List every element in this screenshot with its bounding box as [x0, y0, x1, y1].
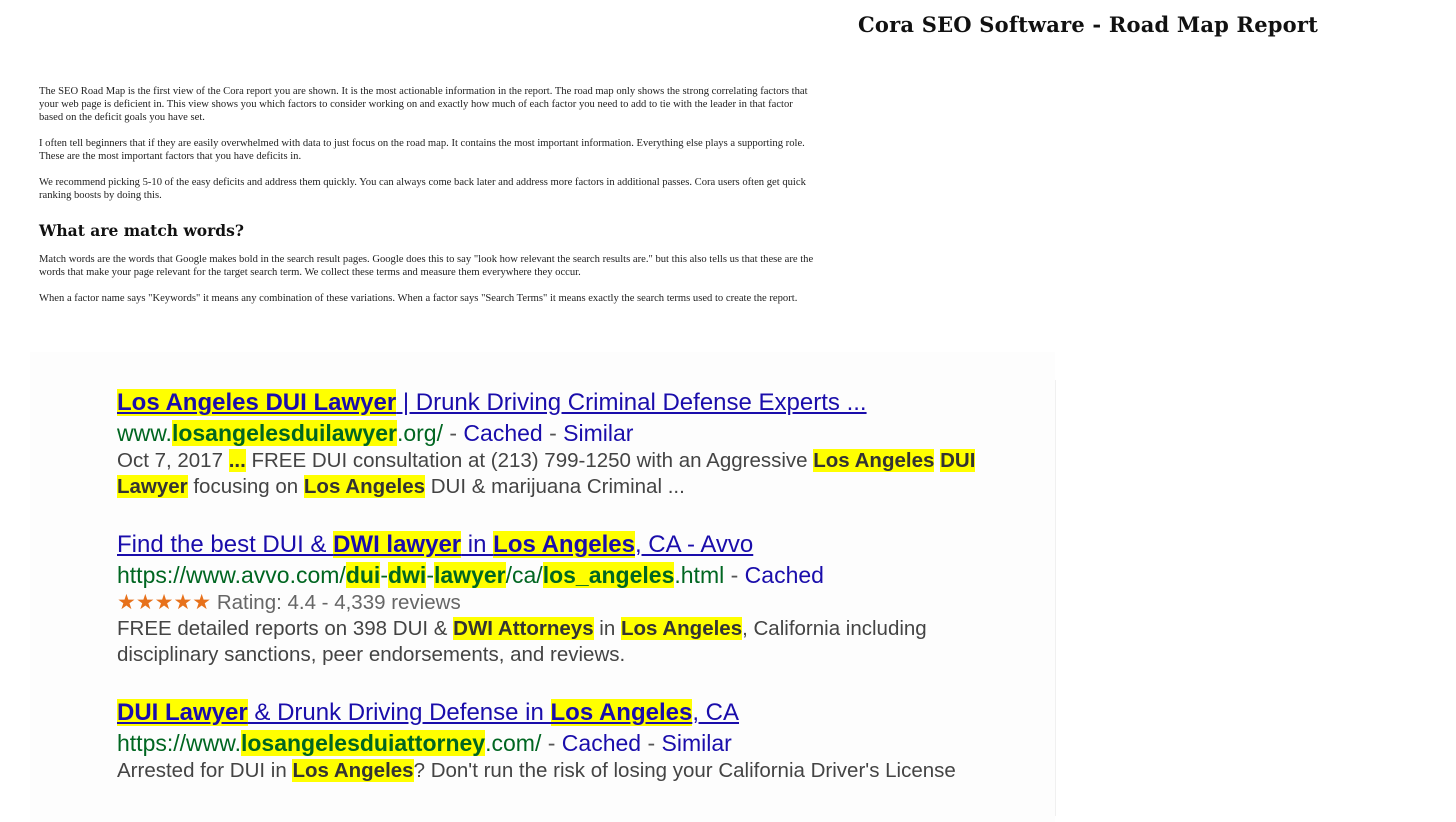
match-highlight: dwi [387, 562, 427, 588]
match-highlight: losangelesduilawyer [171, 420, 397, 446]
snippet-text: Arrested for DUI in [117, 759, 293, 782]
result-snippet: FREE detailed reports on 398 DUI & DWI A… [117, 616, 1017, 668]
match-highlight: Los Angeles [813, 449, 935, 472]
title-text: , CA - Avvo [634, 531, 754, 558]
url-text: www. [117, 420, 172, 446]
intro-section: The SEO Road Map is the first view of th… [39, 85, 814, 318]
match-highlight: Los Angeles [292, 759, 414, 782]
snippet-text: FREE DUI consultation at (213) 799-1250 … [245, 449, 814, 472]
search-result: DUI Lawyer & Drunk Driving Defense in Lo… [117, 698, 1017, 784]
match-highlight: Los Angeles [493, 531, 635, 558]
url-text: https://www. [117, 730, 241, 756]
cached-link[interactable]: Cached [745, 562, 824, 588]
search-result: Los Angeles DUI Lawyer | Drunk Driving C… [117, 388, 1017, 500]
match-highlight: DUI Lawyer [117, 699, 248, 726]
result-snippet: Oct 7, 2017 ... FREE DUI consultation at… [117, 448, 1017, 500]
result-url: https://www.losangelesduiattorney.com/ -… [117, 728, 1017, 758]
separator: - [442, 420, 464, 446]
title-text: in [461, 531, 494, 558]
star-rating-icon: ★★★★★ [117, 591, 212, 614]
snippet-text: DUI & marijuana Criminal ... [425, 475, 685, 498]
similar-link[interactable]: Similar [662, 730, 732, 756]
report-title: Cora SEO Software - Road Map Report [858, 12, 1319, 37]
match-highlight: Los Angeles [303, 475, 426, 498]
url-text: .com/ [485, 730, 542, 756]
result-url: www.losangelesduilawyer.org/ - Cached - … [117, 418, 1017, 448]
similar-link[interactable]: Similar [563, 420, 633, 446]
match-highlight: lawyer [434, 562, 506, 588]
match-words-paragraph: Match words are the words that Google ma… [39, 254, 814, 278]
separator: - [641, 730, 662, 756]
serp-edge [1055, 380, 1056, 816]
snippet-text: in [593, 617, 621, 640]
separator: - [724, 562, 745, 588]
match-highlight: Los Angeles [620, 617, 743, 640]
match-highlight: ... [228, 449, 246, 472]
url-text: .html [674, 562, 725, 588]
url-text: https://www.avvo.com/ [117, 562, 346, 588]
result-url: https://www.avvo.com/dui-dwi-lawyer/ca/l… [117, 560, 1017, 590]
match-highlight: los_angeles [542, 562, 675, 588]
url-text: - [380, 562, 388, 588]
rating-text: Rating: 4.4 - 4,339 reviews [216, 591, 461, 614]
url-text: /ca/ [505, 562, 543, 588]
result-title-link[interactable]: DUI Lawyer & Drunk Driving Defense in Lo… [117, 698, 1017, 728]
match-highlight: dui [345, 562, 381, 588]
match-highlight: DWI Attorneys [453, 617, 594, 640]
cached-link[interactable]: Cached [463, 420, 542, 446]
match-highlight: Lawyer [117, 475, 188, 498]
match-highlight: DWI lawyer [333, 531, 462, 558]
url-text: - [426, 562, 434, 588]
separator: - [541, 730, 562, 756]
match-highlight: Los Angeles DUI Lawyer [117, 389, 397, 416]
title-text: , CA [692, 699, 740, 726]
result-rating: ★★★★★ Rating: 4.4 - 4,339 reviews [117, 590, 1017, 616]
separator: - [542, 420, 564, 446]
cached-link[interactable]: Cached [562, 730, 641, 756]
match-highlight: Los Angeles [550, 699, 693, 726]
title-text: | Drunk Driving Criminal Defense Experts… [396, 389, 867, 416]
intro-paragraph: I often tell beginners that if they are … [39, 138, 805, 162]
match-words-heading: What are match words? [39, 221, 244, 240]
match-highlight: losangelesduiattorney [240, 730, 486, 756]
snippet-text: FREE detailed reports on 398 DUI & [117, 617, 454, 640]
snippet-text: ? Don't run the risk of losing your Cali… [413, 759, 956, 782]
match-words-paragraph: When a factor name says "Keywords" it me… [39, 293, 798, 304]
result-title-link[interactable]: Los Angeles DUI Lawyer | Drunk Driving C… [117, 388, 1017, 418]
snippet-text: focusing on [187, 475, 304, 498]
search-result: Find the best DUI & DWI lawyer in Los An… [117, 530, 1017, 668]
snippet-date: Oct 7, 2017 [117, 449, 229, 472]
result-title-link[interactable]: Find the best DUI & DWI lawyer in Los An… [117, 530, 1017, 560]
url-text: .org/ [396, 420, 443, 446]
title-text: Find the best DUI & [117, 531, 334, 558]
intro-paragraph: We recommend picking 5-10 of the easy de… [39, 177, 806, 201]
intro-paragraph: The SEO Road Map is the first view of th… [39, 86, 808, 123]
result-snippet: Arrested for DUI in Los Angeles? Don't r… [117, 758, 1017, 784]
serp-screenshot: Los Angeles DUI Lawyer | Drunk Driving C… [30, 352, 1055, 822]
match-highlight: DUI [940, 449, 976, 472]
title-text: & Drunk Driving Defense in [247, 699, 551, 726]
